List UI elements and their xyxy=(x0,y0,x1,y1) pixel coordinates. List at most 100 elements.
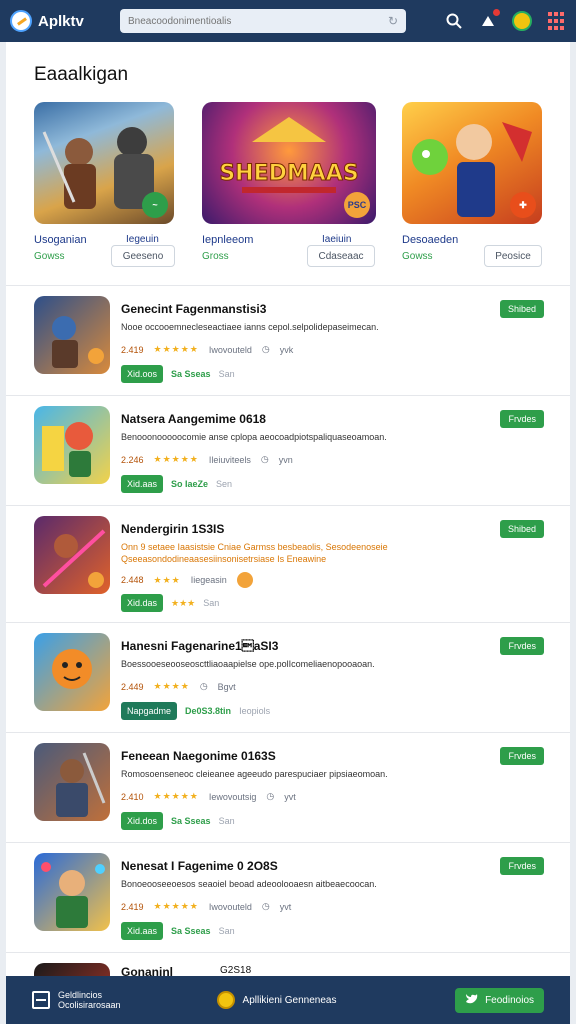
status-badge[interactable]: Frvdes xyxy=(500,410,544,428)
search-input[interactable] xyxy=(128,15,368,27)
list-item[interactable]: Genecint Fagenmanstisi3 Nooe occooemnecl… xyxy=(6,285,570,395)
download-button[interactable]: Napgadme xyxy=(121,702,178,720)
meta-label: Iewovoutsig xyxy=(208,791,257,802)
status-badge[interactable]: Shibed xyxy=(499,520,544,538)
featured-button[interactable]: Cdaseaac xyxy=(307,245,375,267)
bottom-center-label: Apllikieni Genneneas xyxy=(242,994,337,1006)
game-thumbnail xyxy=(34,516,110,594)
game-thumbnail-art xyxy=(56,752,106,817)
featured-button[interactable]: Peosice xyxy=(484,245,542,267)
game-description: Benooonooooocomie anse cplopa aeocoadpio… xyxy=(121,432,387,442)
download-button[interactable]: Xid.oos xyxy=(121,365,164,383)
social-button[interactable]: Feodinoios xyxy=(455,987,544,1013)
top-bar: Aplktv ↻ xyxy=(0,0,576,42)
featured-card[interactable]: SHEDMAAS PSC Iepnleeom Gross Iaeiuin Cda… xyxy=(202,102,382,267)
game-thumbnail xyxy=(34,743,110,821)
status-badge[interactable]: Frvdes xyxy=(500,637,544,655)
star-rating: ★★★★★ xyxy=(153,454,199,464)
game-thumbnail xyxy=(34,406,110,484)
download-button[interactable]: Xid.das xyxy=(121,594,164,612)
game-actions: Xid.aas Sa Sseas San xyxy=(121,922,235,940)
game-title[interactable]: Hanesni Fagenarine1aSI3 xyxy=(121,639,278,653)
game-thumbnail-art xyxy=(42,422,93,477)
rating-value: 2.246 xyxy=(121,454,144,465)
featured-badge-icon: ~ xyxy=(142,192,168,218)
clock-icon: ◷ xyxy=(261,344,270,354)
apps-grid-icon[interactable] xyxy=(546,11,566,31)
game-thumbnail xyxy=(34,633,110,711)
game-meta: 2.449 ★★★★ ◷ Bgvt xyxy=(121,681,236,692)
status-badge[interactable]: Frvdes xyxy=(500,747,544,765)
meta-label: yvk xyxy=(279,344,294,355)
list-item[interactable]: Natsera Aangemime 0618 Benooonooooocomie… xyxy=(6,395,570,505)
download-button[interactable]: Xid.aas xyxy=(121,922,164,940)
avatar[interactable] xyxy=(512,11,532,31)
game-title[interactable]: Feneean Naegonime 0163S xyxy=(121,749,276,763)
meta-label: San xyxy=(218,369,235,379)
featured-badge-icon: ✚ xyxy=(510,192,536,218)
search-box[interactable]: ↻ xyxy=(120,9,406,33)
download-button[interactable]: Xid.aas xyxy=(121,475,164,493)
meta-label: San xyxy=(203,598,220,608)
game-title[interactable]: Genecint Fagenmanstisi3 xyxy=(121,302,266,316)
game-actions: Xid.oos Sa Sseas San xyxy=(121,365,235,383)
featured-card[interactable]: ✚ Desoaeden Gowss Peosice xyxy=(402,102,546,267)
game-description: Romosoenseneoc cleieanee ageeudo parespu… xyxy=(121,769,388,779)
game-title[interactable]: Nendergirin 1S3IS xyxy=(121,522,224,536)
game-list: Genecint Fagenmanstisi3 Nooe occooemnecl… xyxy=(6,285,570,976)
game-description: Bonoeooseeoesos seaoiel beoad adeoolooae… xyxy=(121,879,377,889)
game-price: Sa Sseas xyxy=(171,926,211,936)
game-meta: 2.419 ★★★★★ Iwovouteld ◷ yvt xyxy=(121,901,291,912)
app-name: Aplktv xyxy=(38,12,84,30)
featured-image: ~ xyxy=(34,102,174,224)
list-item[interactable]: Feneean Naegonime 0163S Romosoenseneoc c… xyxy=(6,732,570,842)
meta-label: Iwovouteld xyxy=(208,344,252,355)
bottom-center[interactable]: Apllikieni Genneneas xyxy=(216,991,337,1009)
coin-icon xyxy=(216,991,235,1009)
game-thumbnail-art xyxy=(52,316,104,368)
clock-icon: ◷ xyxy=(266,791,275,801)
game-meta: 2.419 ★★★★★ Iwovouteld ◷ yvk xyxy=(121,344,293,355)
rating-value: 2.448 xyxy=(121,575,144,585)
featured-button[interactable]: Geeseno xyxy=(111,245,175,267)
clock-icon: ◷ xyxy=(199,681,208,691)
game-title[interactable]: Nenesat I Fagenime 0 2O8S xyxy=(121,859,278,873)
twitter-bird-icon xyxy=(465,993,479,1008)
game-price: De0S3.8tin xyxy=(185,706,232,716)
meta-label: yvt xyxy=(279,901,292,912)
status-badge[interactable]: Shibed xyxy=(499,300,544,318)
featured-card[interactable]: ~ Usoganian Gowss Iegeuin Geeseno xyxy=(34,102,184,267)
star-rating: ★★★★ xyxy=(153,681,190,691)
featured-image: ✚ xyxy=(402,102,542,224)
search-icon[interactable] xyxy=(444,11,464,31)
bottom-left[interactable]: Geldlincios Ocolisirarosaan xyxy=(32,990,121,1010)
game-meta: 2.448 ★★★ Iiegeasin xyxy=(121,572,253,588)
download-button[interactable]: Xid.dos xyxy=(121,812,164,830)
game-thumbnail xyxy=(34,963,110,976)
notification-icon[interactable] xyxy=(478,9,500,31)
list-item[interactable]: Nenesat I Fagenime 0 2O8S Bonoeooseeoeso… xyxy=(6,842,570,952)
app-logo[interactable]: Aplktv xyxy=(10,10,120,32)
social-button-label: Feodinoios xyxy=(485,994,534,1006)
list-item[interactable]: Gonaninl G2S18 xyxy=(6,952,570,976)
game-title[interactable]: Natsera Aangemime 0618 xyxy=(121,412,266,426)
bottom-left-line1: Geldlincios xyxy=(58,990,103,1000)
rating-value: 2.410 xyxy=(121,791,144,802)
game-title[interactable]: Gonaninl xyxy=(121,965,173,976)
meta-label: G2S18 xyxy=(220,965,252,976)
page-title: Eaaalkigan xyxy=(34,64,129,85)
list-item[interactable]: Hanesni Fagenarine1aSI3 Boessooeseooseo… xyxy=(6,622,570,732)
game-thumbnail-art xyxy=(52,649,92,689)
list-item[interactable]: Nendergirin 1S3IS Onn 9 setaee Iaasistsi… xyxy=(6,505,570,622)
star-rating: ★★★★★ xyxy=(153,901,199,911)
meta-label: San xyxy=(218,816,235,826)
featured-right-label: Iegeuin xyxy=(126,234,159,245)
bottom-bar: Geldlincios Ocolisirarosaan Apllikieni G… xyxy=(6,976,570,1024)
status-badge[interactable]: Frvdes xyxy=(500,857,544,875)
refresh-icon[interactable]: ↻ xyxy=(388,14,398,28)
notification-dot xyxy=(493,9,500,16)
game-description: Nooe occooemnecleseactiaee ianns cepol.s… xyxy=(121,322,379,332)
game-description: Onn 9 setaee Iaasistsie Cniae Garmss bes… xyxy=(121,542,388,564)
game-actions: Xid.aas So IaeZe Sen xyxy=(121,475,232,493)
meta-label: Ieopiols xyxy=(239,706,271,716)
